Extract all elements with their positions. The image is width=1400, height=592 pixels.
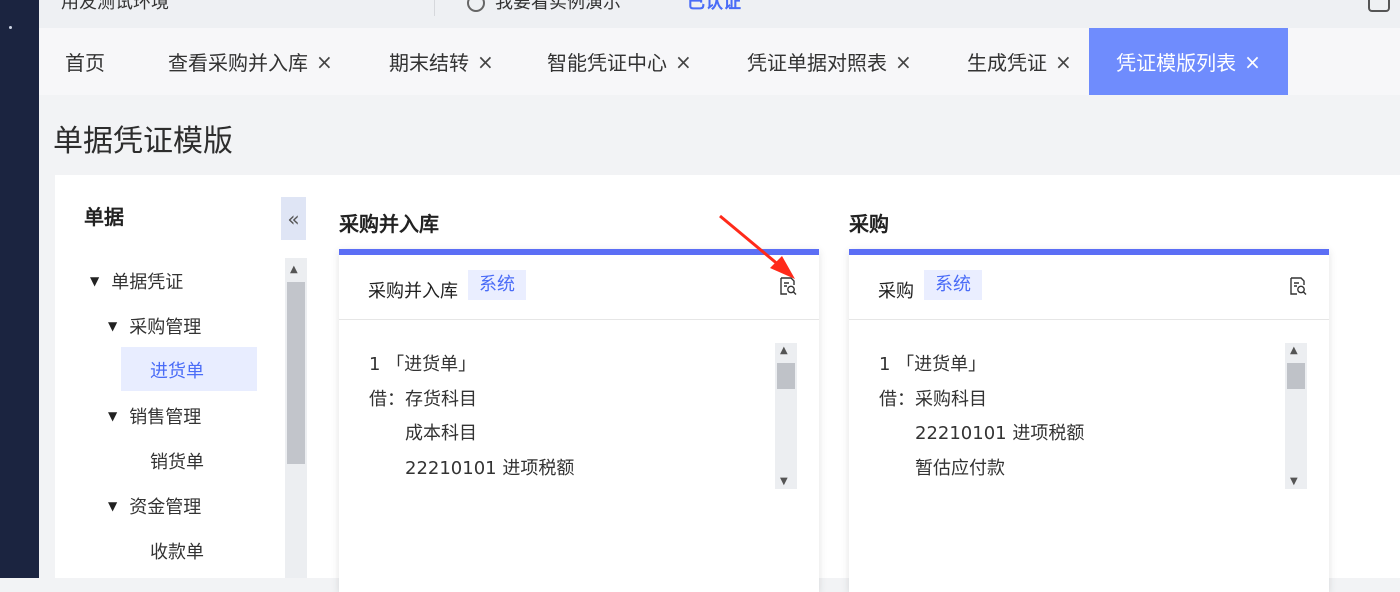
- tree-item-label: 销货单: [150, 452, 204, 473]
- card-body: 1 「进货单」 借：存货科目 成本科目 22210101 进项税额: [369, 348, 574, 486]
- card-name: 采购并入库: [368, 281, 458, 302]
- close-icon[interactable]: ×: [895, 50, 912, 74]
- collapse-panel-button[interactable]: «: [281, 197, 306, 240]
- scroll-up-icon[interactable]: ▲: [780, 345, 788, 356]
- caret-down-icon[interactable]: ▼: [108, 409, 117, 423]
- caret-down-icon[interactable]: ▼: [108, 319, 117, 333]
- app-sidebar: [0, 0, 39, 578]
- document-preview-icon[interactable]: [778, 276, 798, 296]
- card-header: 采购 系统: [849, 255, 1329, 320]
- demo-link-label: 我要看实例演示: [495, 0, 621, 13]
- scroll-up-icon[interactable]: ▲: [1290, 345, 1298, 356]
- tree-node-label: 单据凭证: [111, 272, 184, 293]
- tree-scrollbar[interactable]: ▲: [285, 258, 307, 578]
- system-badge: 系统: [924, 270, 982, 300]
- double-chevron-left-icon: «: [287, 206, 300, 231]
- tab-home[interactable]: 首页: [65, 28, 105, 95]
- group-title: 采购并入库: [339, 212, 439, 236]
- tab-voucher-template-list[interactable]: 凭证模版列表 ×: [1089, 28, 1288, 95]
- close-icon[interactable]: ×: [477, 50, 494, 74]
- page-title: 单据凭证模版: [53, 124, 233, 159]
- auth-status[interactable]: 已认证: [687, 0, 741, 14]
- system-badge: 系统: [468, 270, 526, 300]
- sidebar-dot: [9, 26, 12, 29]
- tab-label: 凭证模版列表: [1116, 51, 1237, 75]
- document-tree: 单据 ▼ 单据凭证 ▼ 采购管理 进货单 ▼ 销售管理 销货单 ▼ 资金管理 收款单: [55, 175, 310, 578]
- scroll-thumb[interactable]: [1287, 363, 1305, 389]
- entry-line: 借：存货科目: [369, 388, 477, 410]
- tree-item-purchase-receipt[interactable]: 进货单: [121, 347, 257, 391]
- entry-line: 借：采购科目: [879, 388, 987, 410]
- play-icon: [467, 0, 485, 12]
- tab-label: 首页: [65, 51, 105, 75]
- scroll-down-icon[interactable]: ▼: [780, 476, 788, 487]
- tree-node-purchase[interactable]: ▼ 采购管理: [108, 313, 201, 339]
- tab-label: 凭证单据对照表: [747, 51, 887, 75]
- tree-item-label: 收款单: [150, 542, 204, 563]
- tab-purchase-receipt[interactable]: 查看采购并入库 ×: [168, 28, 333, 95]
- tab-label: 生成凭证: [967, 51, 1047, 75]
- scroll-up-icon[interactable]: ▲: [290, 264, 298, 275]
- close-icon[interactable]: ×: [1055, 50, 1072, 74]
- caret-down-icon[interactable]: ▼: [90, 274, 99, 288]
- scroll-thumb[interactable]: [777, 363, 795, 389]
- entry-line: 暂估应付款: [915, 457, 1005, 479]
- card-scrollbar[interactable]: ▲ ▼: [775, 343, 797, 489]
- caret-down-icon[interactable]: ▼: [108, 499, 117, 513]
- template-card[interactable]: 采购 系统 1 「进货单」 借：采购科目 22210101 进项税额 暂估应付款…: [849, 249, 1329, 592]
- tab-smart-voucher[interactable]: 智能凭证中心 ×: [547, 28, 692, 95]
- tree-header: 单据: [84, 205, 124, 229]
- tab-label: 查看采购并入库: [168, 51, 308, 75]
- tree-node-funds[interactable]: ▼ 资金管理: [108, 493, 201, 519]
- environment-selector[interactable]: 用友测试环境: [61, 0, 169, 14]
- top-bar: 用友测试环境 我要看实例演示 已认证: [39, 0, 1400, 28]
- tree-item-sales-delivery[interactable]: 销货单: [150, 448, 204, 474]
- tab-period-closing[interactable]: 期末结转 ×: [389, 28, 494, 95]
- entry-line: 1 「进货单」: [369, 354, 477, 375]
- entry-line: 成本科目: [405, 423, 477, 444]
- close-icon[interactable]: ×: [675, 50, 692, 74]
- tree-item-label: 进货单: [150, 361, 204, 382]
- scroll-thumb[interactable]: [287, 282, 305, 464]
- entry-line: 22210101 进项税额: [405, 457, 575, 479]
- card-scrollbar[interactable]: ▲ ▼: [1285, 343, 1307, 489]
- scroll-down-icon[interactable]: ▼: [1290, 476, 1298, 487]
- tree-node-sales[interactable]: ▼ 销售管理: [108, 403, 201, 429]
- top-divider: [434, 0, 435, 16]
- close-icon[interactable]: ×: [316, 50, 333, 74]
- tree-node-label: 销售管理: [129, 407, 202, 428]
- tab-label: 智能凭证中心: [547, 51, 667, 75]
- tree-item-funds-receipt[interactable]: 收款单: [150, 538, 204, 564]
- tree-node-voucher-root[interactable]: ▼ 单据凭证: [90, 268, 183, 294]
- card-name: 采购: [878, 281, 914, 302]
- tree-node-label: 采购管理: [129, 317, 202, 338]
- tab-generate-voucher[interactable]: 生成凭证 ×: [967, 28, 1072, 95]
- template-card[interactable]: 采购并入库 系统 1 「进货单」 借：存货科目 成本科目 22210101 进项…: [339, 249, 819, 592]
- entry-line: 22210101 进项税额: [915, 423, 1085, 444]
- demo-link[interactable]: 我要看实例演示: [467, 0, 621, 14]
- tab-bar: 首页 查看采购并入库 × 期末结转 × 智能凭证中心 × 凭证单据对照表 × 生成凭证 ×…: [39, 28, 1400, 95]
- group-title: 采购: [849, 212, 889, 236]
- card-header: 采购并入库 系统: [339, 255, 819, 320]
- entry-line: 1 「进货单」: [879, 354, 987, 375]
- template-list-panel: 采购并入库 采购并入库 系统 1 「进货单」 借：存货科目 成本科目 22210…: [310, 175, 1400, 592]
- document-preview-icon[interactable]: [1288, 276, 1308, 296]
- tab-label: 期末结转: [389, 51, 469, 75]
- close-icon[interactable]: ×: [1244, 50, 1261, 74]
- card-body: 1 「进货单」 借：采购科目 22210101 进项税额 暂估应付款: [879, 348, 1084, 486]
- chat-icon[interactable]: [1368, 0, 1390, 12]
- tab-voucher-mapping[interactable]: 凭证单据对照表 ×: [747, 28, 912, 95]
- tree-node-label: 资金管理: [129, 497, 202, 518]
